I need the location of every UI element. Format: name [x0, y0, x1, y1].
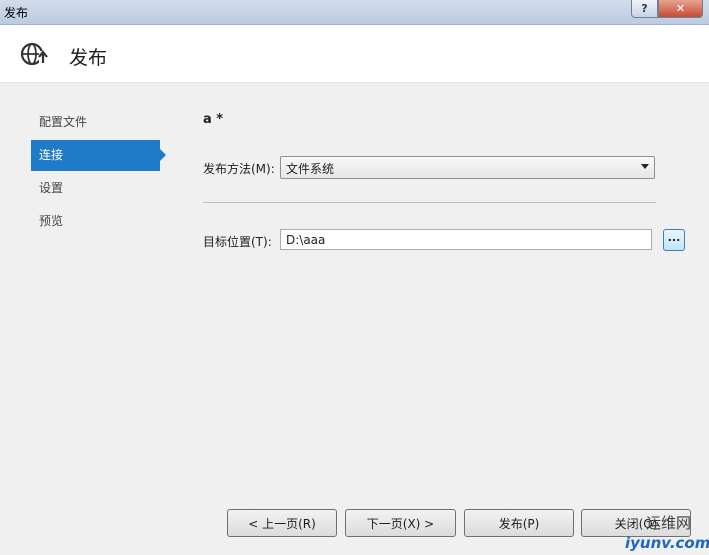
profile-name: a *: [203, 112, 224, 127]
window-controls: ? ✕: [631, 0, 703, 18]
close-button[interactable]: 关闭(O): [581, 509, 691, 537]
globe-publish-icon: [20, 42, 48, 66]
publish-method-value: 文件系统: [286, 162, 335, 176]
header: 发布: [0, 25, 709, 83]
nav-item-profile[interactable]: 配置文件: [31, 107, 166, 138]
wizard-nav: 配置文件 连接 设置 预览: [31, 107, 166, 239]
nav-item-settings[interactable]: 设置: [31, 173, 166, 204]
target-location-label: 目标位置(T):: [203, 235, 272, 249]
browse-button[interactable]: ...: [663, 229, 685, 251]
target-location-input[interactable]: D:\aaa: [280, 229, 652, 250]
prev-button[interactable]: < 上一页(R): [227, 509, 337, 537]
publish-method-label: 发布方法(M):: [203, 162, 275, 176]
nav-item-connection[interactable]: 连接: [31, 140, 166, 171]
target-location-value: D:\aaa: [286, 233, 326, 247]
help-button[interactable]: ?: [631, 0, 658, 18]
page-title: 发布: [69, 47, 108, 69]
title-bar: 发布 ? ✕: [0, 0, 709, 25]
publish-button[interactable]: 发布(P): [464, 509, 574, 537]
dropdown-arrow-icon: [641, 164, 649, 169]
divider: [203, 202, 656, 203]
publish-method-select[interactable]: 文件系统: [280, 156, 655, 179]
close-window-button[interactable]: ✕: [658, 0, 703, 18]
nav-item-preview[interactable]: 预览: [31, 206, 166, 237]
window-title: 发布: [4, 6, 29, 20]
next-button[interactable]: 下一页(X) >: [345, 509, 456, 537]
